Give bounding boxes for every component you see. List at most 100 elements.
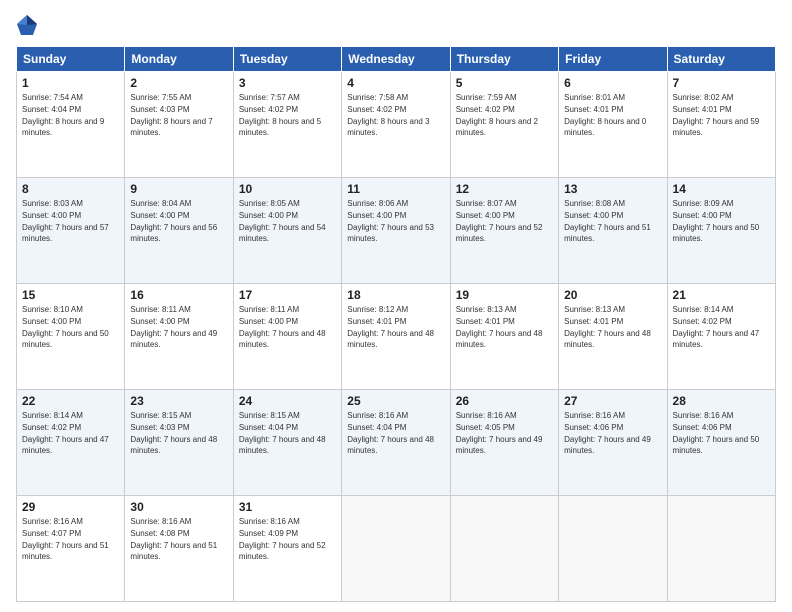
- day-number: 11: [347, 182, 444, 196]
- calendar-week-2: 8Sunrise: 8:03 AMSunset: 4:00 PMDaylight…: [17, 178, 776, 284]
- day-info: Sunrise: 8:07 AMSunset: 4:00 PMDaylight:…: [456, 199, 543, 243]
- calendar-cell: [667, 496, 775, 602]
- day-info: Sunrise: 7:55 AMSunset: 4:03 PMDaylight:…: [130, 93, 212, 137]
- day-number: 2: [130, 76, 227, 90]
- logo: [16, 14, 40, 36]
- calendar-cell: 7 Sunrise: 8:02 AMSunset: 4:01 PMDaylight…: [667, 72, 775, 178]
- calendar-cell: 14 Sunrise: 8:09 AMSunset: 4:00 PMDayligh…: [667, 178, 775, 284]
- day-number: 20: [564, 288, 661, 302]
- calendar-body: 1Sunrise: 7:54 AMSunset: 4:04 PMDaylight…: [17, 72, 776, 602]
- calendar-cell: 26Sunrise: 8:16 AMSunset: 4:05 PMDayligh…: [450, 390, 558, 496]
- logo-icon: [16, 14, 38, 36]
- day-info: Sunrise: 8:14 AMSunset: 4:02 PMDaylight:…: [22, 411, 109, 455]
- day-info: Sunrise: 8:12 AMSunset: 4:01 PMDaylight:…: [347, 305, 434, 349]
- calendar-cell: [342, 496, 450, 602]
- day-number: 31: [239, 500, 336, 514]
- calendar-cell: 12 Sunrise: 8:07 AMSunset: 4:00 PMDayligh…: [450, 178, 558, 284]
- day-number: 14: [673, 182, 770, 196]
- weekday-header-thursday: Thursday: [450, 47, 558, 72]
- calendar-cell: 27Sunrise: 8:16 AMSunset: 4:06 PMDayligh…: [559, 390, 667, 496]
- day-info: Sunrise: 8:16 AMSunset: 4:05 PMDaylight:…: [456, 411, 543, 455]
- day-info: Sunrise: 8:16 AMSunset: 4:07 PMDaylight:…: [22, 517, 109, 561]
- calendar-cell: 24 Sunrise: 8:15 AMSunset: 4:04 PMDayligh…: [233, 390, 341, 496]
- day-info: Sunrise: 8:16 AMSunset: 4:08 PMDaylight:…: [130, 517, 217, 561]
- day-info: Sunrise: 7:58 AMSunset: 4:02 PMDaylight:…: [347, 93, 429, 137]
- calendar-cell: 13 Sunrise: 8:08 AMSunset: 4:00 PMDayligh…: [559, 178, 667, 284]
- day-number: 24: [239, 394, 336, 408]
- day-number: 25: [347, 394, 444, 408]
- day-number: 7: [673, 76, 770, 90]
- day-number: 12: [456, 182, 553, 196]
- day-number: 15: [22, 288, 119, 302]
- day-number: 4: [347, 76, 444, 90]
- day-info: Sunrise: 8:03 AMSunset: 4:00 PMDaylight:…: [22, 199, 109, 243]
- day-info: Sunrise: 8:11 AMSunset: 4:00 PMDaylight:…: [130, 305, 217, 349]
- weekday-header-sunday: Sunday: [17, 47, 125, 72]
- calendar-cell: 22 Sunrise: 8:14 AMSunset: 4:02 PMDayligh…: [17, 390, 125, 496]
- day-info: Sunrise: 8:14 AMSunset: 4:02 PMDaylight:…: [673, 305, 760, 349]
- day-number: 3: [239, 76, 336, 90]
- calendar-cell: 4 Sunrise: 7:58 AMSunset: 4:02 PMDaylight…: [342, 72, 450, 178]
- day-info: Sunrise: 8:15 AMSunset: 4:04 PMDaylight:…: [239, 411, 326, 455]
- day-number: 13: [564, 182, 661, 196]
- weekday-header-monday: Monday: [125, 47, 233, 72]
- day-number: 21: [673, 288, 770, 302]
- calendar-cell: 10Sunrise: 8:05 AMSunset: 4:00 PMDayligh…: [233, 178, 341, 284]
- day-info: Sunrise: 8:06 AMSunset: 4:00 PMDaylight:…: [347, 199, 434, 243]
- calendar-cell: [559, 496, 667, 602]
- calendar-cell: 15 Sunrise: 8:10 AMSunset: 4:00 PMDayligh…: [17, 284, 125, 390]
- day-info: Sunrise: 8:13 AMSunset: 4:01 PMDaylight:…: [564, 305, 651, 349]
- day-info: Sunrise: 8:02 AMSunset: 4:01 PMDaylight:…: [673, 93, 760, 137]
- calendar-cell: 5 Sunrise: 7:59 AMSunset: 4:02 PMDaylight…: [450, 72, 558, 178]
- day-info: Sunrise: 8:08 AMSunset: 4:00 PMDaylight:…: [564, 199, 651, 243]
- day-number: 5: [456, 76, 553, 90]
- day-info: Sunrise: 8:13 AMSunset: 4:01 PMDaylight:…: [456, 305, 543, 349]
- calendar-cell: 17 Sunrise: 8:11 AMSunset: 4:00 PMDayligh…: [233, 284, 341, 390]
- day-number: 1: [22, 76, 119, 90]
- calendar-cell: 20 Sunrise: 8:13 AMSunset: 4:01 PMDayligh…: [559, 284, 667, 390]
- weekday-header-wednesday: Wednesday: [342, 47, 450, 72]
- day-number: 6: [564, 76, 661, 90]
- day-number: 16: [130, 288, 227, 302]
- weekday-header-saturday: Saturday: [667, 47, 775, 72]
- calendar-week-4: 22 Sunrise: 8:14 AMSunset: 4:02 PMDayligh…: [17, 390, 776, 496]
- day-number: 22: [22, 394, 119, 408]
- day-number: 23: [130, 394, 227, 408]
- day-info: Sunrise: 8:16 AMSunset: 4:06 PMDaylight:…: [564, 411, 651, 455]
- calendar-cell: 3Sunrise: 7:57 AMSunset: 4:02 PMDaylight…: [233, 72, 341, 178]
- calendar-cell: 1Sunrise: 7:54 AMSunset: 4:04 PMDaylight…: [17, 72, 125, 178]
- calendar-cell: 21 Sunrise: 8:14 AMSunset: 4:02 PMDayligh…: [667, 284, 775, 390]
- weekday-header-tuesday: Tuesday: [233, 47, 341, 72]
- day-info: Sunrise: 8:16 AMSunset: 4:09 PMDaylight:…: [239, 517, 326, 561]
- day-info: Sunrise: 8:09 AMSunset: 4:00 PMDaylight:…: [673, 199, 760, 243]
- day-number: 28: [673, 394, 770, 408]
- day-info: Sunrise: 8:11 AMSunset: 4:00 PMDaylight:…: [239, 305, 326, 349]
- calendar-table: SundayMondayTuesdayWednesdayThursdayFrid…: [16, 46, 776, 602]
- calendar-cell: [450, 496, 558, 602]
- weekday-header-friday: Friday: [559, 47, 667, 72]
- day-info: Sunrise: 8:04 AMSunset: 4:00 PMDaylight:…: [130, 199, 217, 243]
- calendar-cell: 23 Sunrise: 8:15 AMSunset: 4:03 PMDayligh…: [125, 390, 233, 496]
- calendar-cell: 8Sunrise: 8:03 AMSunset: 4:00 PMDaylight…: [17, 178, 125, 284]
- day-number: 18: [347, 288, 444, 302]
- calendar-cell: 6Sunrise: 8:01 AMSunset: 4:01 PMDaylight…: [559, 72, 667, 178]
- page: SundayMondayTuesdayWednesdayThursdayFrid…: [0, 0, 792, 612]
- day-info: Sunrise: 8:10 AMSunset: 4:00 PMDaylight:…: [22, 305, 109, 349]
- calendar-cell: 2 Sunrise: 7:55 AMSunset: 4:03 PMDaylight…: [125, 72, 233, 178]
- calendar-cell: 11 Sunrise: 8:06 AMSunset: 4:00 PMDayligh…: [342, 178, 450, 284]
- header: [16, 14, 776, 36]
- calendar-cell: 16 Sunrise: 8:11 AMSunset: 4:00 PMDayligh…: [125, 284, 233, 390]
- day-number: 9: [130, 182, 227, 196]
- weekday-header-row: SundayMondayTuesdayWednesdayThursdayFrid…: [17, 47, 776, 72]
- day-number: 17: [239, 288, 336, 302]
- calendar-cell: 30Sunrise: 8:16 AMSunset: 4:08 PMDayligh…: [125, 496, 233, 602]
- calendar-cell: 18 Sunrise: 8:12 AMSunset: 4:01 PMDayligh…: [342, 284, 450, 390]
- calendar-cell: 29 Sunrise: 8:16 AMSunset: 4:07 PMDayligh…: [17, 496, 125, 602]
- calendar-week-3: 15 Sunrise: 8:10 AMSunset: 4:00 PMDayligh…: [17, 284, 776, 390]
- day-info: Sunrise: 7:59 AMSunset: 4:02 PMDaylight:…: [456, 93, 538, 137]
- day-info: Sunrise: 8:15 AMSunset: 4:03 PMDaylight:…: [130, 411, 217, 455]
- day-number: 29: [22, 500, 119, 514]
- day-info: Sunrise: 8:16 AMSunset: 4:06 PMDaylight:…: [673, 411, 760, 455]
- calendar-week-5: 29 Sunrise: 8:16 AMSunset: 4:07 PMDayligh…: [17, 496, 776, 602]
- calendar-week-1: 1Sunrise: 7:54 AMSunset: 4:04 PMDaylight…: [17, 72, 776, 178]
